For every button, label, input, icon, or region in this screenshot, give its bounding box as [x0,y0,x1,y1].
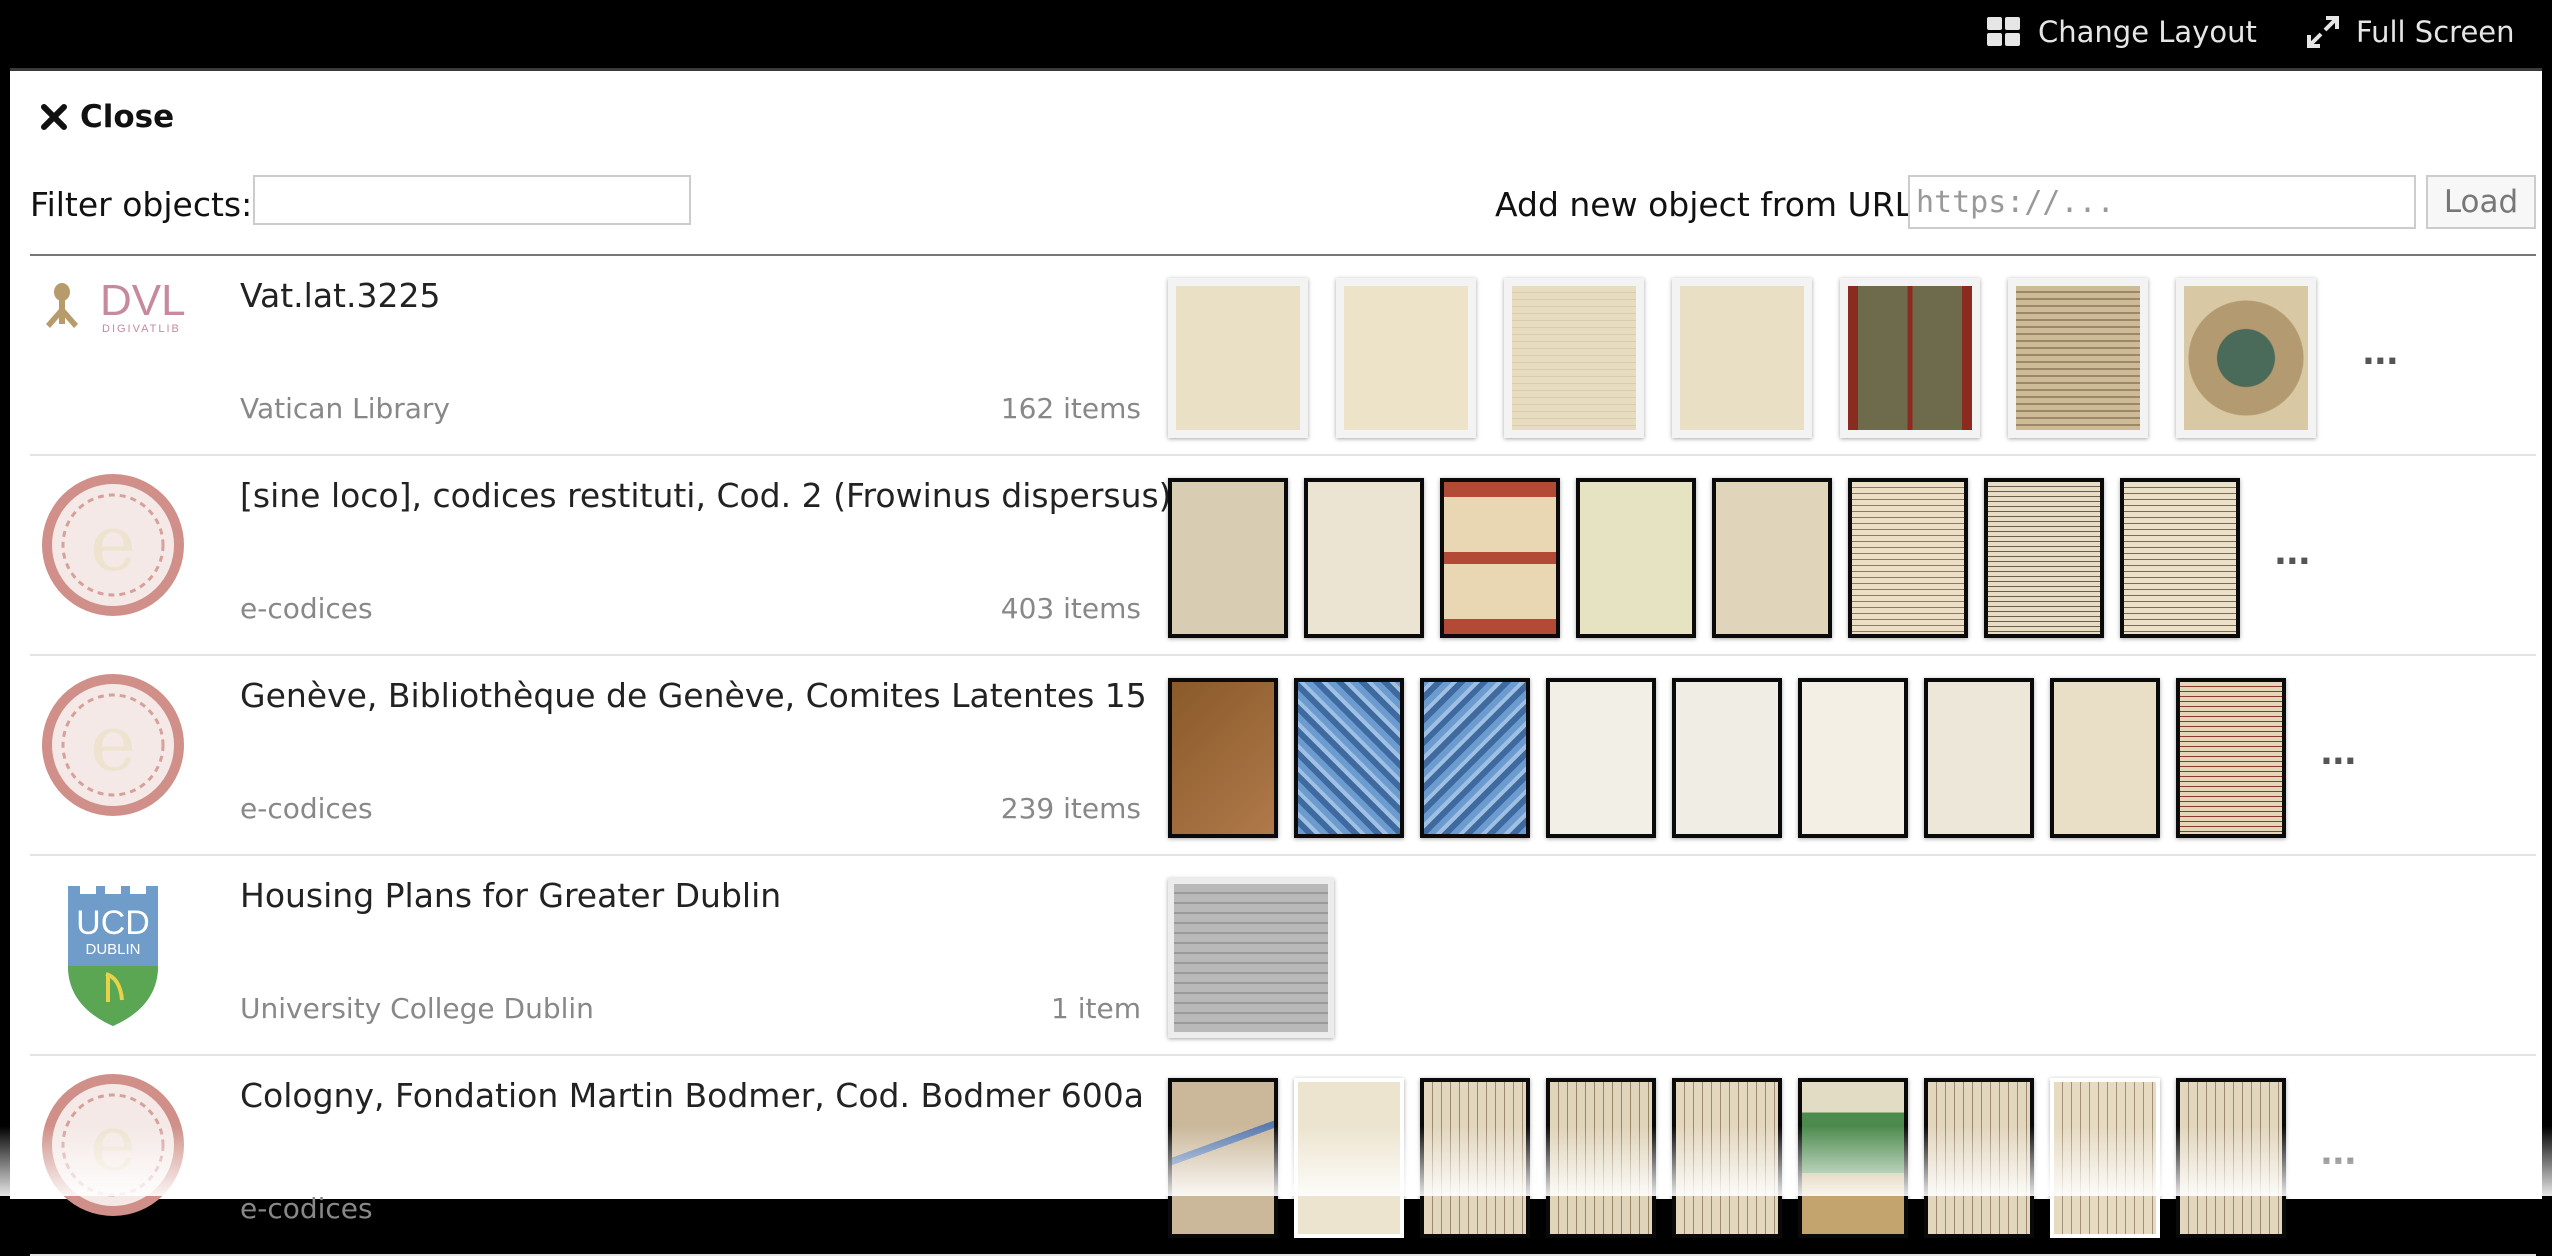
filter-label: Filter objects: [30,185,253,224]
svg-text:e: e [90,699,136,789]
object-row[interactable]: e Genève, Bibliothèque de Genève, Comite… [30,656,2536,856]
object-provider: e-codices [240,1192,373,1225]
e-codices-logo: e [38,470,188,620]
page-thumbnail[interactable] [1168,678,1278,838]
svg-text:UCD: UCD [76,904,150,942]
object-picker-panel: Close Filter objects: Add new object fro… [10,68,2542,1256]
thumbnail-strip [1168,868,1362,1038]
load-button[interactable]: Load [2426,175,2536,229]
page-thumbnail[interactable] [1294,678,1404,838]
grid-icon [1987,17,2020,46]
page-thumbnail[interactable] [1168,278,1308,438]
page-thumbnail[interactable] [1504,278,1644,438]
page-thumbnail[interactable] [2176,678,2286,838]
object-item-count: 162 items [1000,392,1141,425]
object-title[interactable]: Vat.lat.3225 [240,276,440,315]
page-thumbnail[interactable] [1840,278,1980,438]
page-thumbnail[interactable] [1546,678,1656,838]
svg-text:DIGIVATLIB: DIGIVATLIB [102,323,181,335]
object-item-count: 239 items [1000,792,1141,825]
filter-input[interactable] [253,175,691,225]
page-thumbnail[interactable] [1440,478,1560,638]
top-toolbar: Change Layout Full Screen [0,0,2552,64]
object-row[interactable]: e [sine loco], codices restituti, Cod. 2… [30,456,2536,656]
e-codices-logo: e [38,670,188,820]
object-provider: University College Dublin [240,992,594,1025]
change-layout-button[interactable]: Change Layout [1986,12,2257,52]
page-thumbnail[interactable] [2176,278,2316,438]
page-thumbnail[interactable] [1420,678,1530,838]
object-provider: e-codices [240,592,373,625]
change-layout-label: Change Layout [2038,15,2257,49]
full-screen-button[interactable]: Full Screen [2306,12,2515,52]
page-thumbnail[interactable] [1168,878,1334,1038]
svg-text:e: e [90,499,136,589]
page-thumbnail[interactable] [1672,678,1782,838]
page-thumbnail[interactable] [1576,478,1696,638]
page-thumbnail[interactable] [2008,278,2148,438]
thumbnail-strip: ... [1168,668,2357,838]
more-thumbnails-button[interactable]: ... [2274,533,2311,573]
thumbnail-strip: ... [1168,468,2311,638]
object-title[interactable]: Genève, Bibliothèque de Genève, Comites … [240,676,1147,715]
page-thumbnail[interactable] [1924,678,2034,838]
page-thumbnail[interactable] [1336,278,1476,438]
object-item-count: 403 items [1000,592,1141,625]
close-icon [41,104,67,130]
more-thumbnails-button[interactable]: ... [2320,733,2357,773]
full-screen-label: Full Screen [2356,15,2515,49]
object-row[interactable]: DVL DIGIVATLIB Vat.lat.3225 Vatican Libr… [30,256,2536,456]
object-title[interactable]: Cologny, Fondation Martin Bodmer, Cod. B… [240,1076,1144,1115]
page-thumbnail[interactable] [2050,678,2160,838]
object-row[interactable]: UCD DUBLIN Housing Plans for Greater Dub… [30,856,2536,1056]
page-thumbnail[interactable] [1712,478,1832,638]
object-item-count: 1 item [1051,992,1141,1025]
svg-text:DVL: DVL [100,276,186,325]
close-button[interactable]: Close [40,99,174,135]
url-label: Add new object from URL: [1495,185,1925,224]
page-thumbnail[interactable] [2120,478,2240,638]
scroll-fade [0,1126,2552,1196]
object-title[interactable]: [sine loco], codices restituti, Cod. 2 (… [240,476,1172,515]
url-input[interactable] [1908,175,2416,229]
ucd-logo: UCD DUBLIN [38,870,188,1026]
page-thumbnail[interactable] [1672,278,1812,438]
dvl-logo: DVL DIGIVATLIB [38,270,188,420]
object-title[interactable]: Housing Plans for Greater Dublin [240,876,781,915]
object-provider: Vatican Library [240,392,450,425]
page-thumbnail[interactable] [1304,478,1424,638]
object-provider: e-codices [240,792,373,825]
thumbnail-strip: ... [1168,268,2399,438]
close-label: Close [80,99,175,135]
page-thumbnail[interactable] [1984,478,2104,638]
object-list: DVL DIGIVATLIB Vat.lat.3225 Vatican Libr… [30,254,2536,1256]
more-thumbnails-button[interactable]: ... [2362,333,2399,373]
page-thumbnail[interactable] [1848,478,1968,638]
expand-icon [2307,16,2339,48]
page-thumbnail[interactable] [1168,478,1288,638]
page-thumbnail[interactable] [1798,678,1908,838]
svg-text:DUBLIN: DUBLIN [85,941,140,958]
